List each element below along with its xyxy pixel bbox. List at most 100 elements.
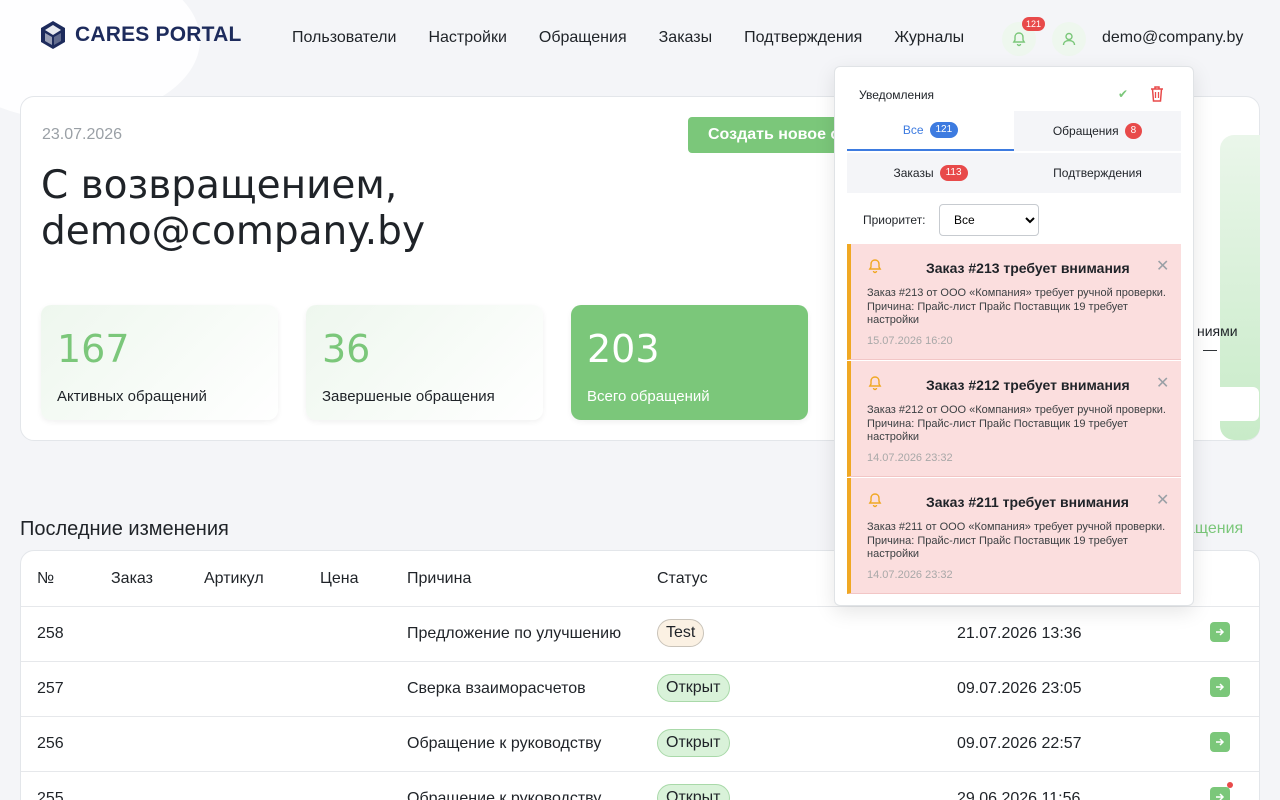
priority-label: Приоритет: (863, 213, 926, 227)
side-promo-input[interactable] (1201, 387, 1259, 421)
status-badge: Открыт (657, 784, 730, 800)
nav-users[interactable]: Пользователи (292, 29, 396, 47)
stat-active-requests[interactable]: 167 Активных обращений (41, 305, 278, 420)
mark-all-read-icon[interactable]: ✔ (1118, 87, 1128, 101)
bell-icon (868, 493, 882, 508)
row-id: 258 (37, 625, 64, 642)
nav-logs[interactable]: Журналы (894, 29, 964, 47)
row-id: 257 (37, 680, 64, 697)
priority-select[interactable]: Все (939, 204, 1039, 236)
row-date: 09.07.2026 22:57 (957, 735, 1082, 752)
column-header: Артикул (204, 570, 264, 587)
brand-name: CARES PORTAL (75, 23, 242, 46)
stat-completed-requests[interactable]: 36 Завершеные обращения (306, 305, 543, 420)
tab-label: Заказы (893, 166, 934, 180)
nav-confirmations[interactable]: Подтверждения (744, 29, 862, 47)
user-email[interactable]: demo@company.by (1102, 29, 1243, 47)
notifications-title: Уведомления (859, 88, 935, 102)
trash-icon[interactable] (1149, 85, 1165, 103)
status-badge: Открыт (657, 729, 730, 757)
arrow-right-icon (1216, 738, 1225, 746)
stat-label: Активных обращений (57, 388, 207, 405)
notifications-dropdown: Уведомления ✔ Все 121 Обращения 8 Заказы… (834, 66, 1194, 606)
greeting: С возвращением, demo@company.by (41, 163, 425, 255)
bell-icon (868, 376, 882, 391)
notification-item[interactable]: Заказ #211 требует внимания ✕ Заказ #211… (847, 478, 1181, 594)
logo[interactable]: CARES PORTAL (39, 20, 242, 50)
side-promo-text: ниями (1197, 323, 1238, 339)
bell-icon (1012, 32, 1026, 47)
table-row[interactable]: 255 Обращение к руководству Открыт 29.06… (21, 771, 1259, 800)
close-icon[interactable]: ✕ (1156, 256, 1169, 276)
stat-label: Завершеные обращения (322, 388, 495, 405)
arrow-right-icon (1216, 628, 1225, 636)
user-menu-button[interactable] (1052, 22, 1086, 56)
tab-count-badge: 113 (939, 165, 968, 181)
notification-title: Заказ #212 требует внимания (926, 377, 1130, 393)
column-header: Статус (657, 570, 708, 587)
notification-body: Заказ #213 от ООО «Компания» требует руч… (867, 287, 1166, 326)
notification-item[interactable]: Заказ #212 требует внимания ✕ Заказ #212… (847, 361, 1181, 477)
main-nav: Пользователи Настройки Обращения Заказы … (292, 29, 996, 47)
notification-time: 14.07.2026 23:32 (867, 569, 953, 581)
stat-label: Всего обращений (587, 388, 710, 405)
table-row[interactable]: 256 Обращение к руководству Открыт 09.07… (21, 716, 1259, 771)
open-row-button[interactable] (1210, 622, 1230, 642)
arrow-right-icon (1216, 683, 1225, 691)
column-header: Заказ (111, 570, 153, 587)
close-icon[interactable]: ✕ (1156, 373, 1169, 393)
stat-value: 36 (322, 327, 371, 371)
tab-count-badge: 121 (929, 122, 959, 138)
row-date: 21.07.2026 13:36 (957, 625, 1082, 642)
status-badge: Test (657, 619, 705, 647)
notification-time: 15.07.2026 16:20 (867, 335, 953, 347)
tab-label: Подтверждения (1053, 166, 1142, 180)
stat-value: 203 (587, 327, 660, 371)
notification-item[interactable]: Заказ #213 требует внимания ✕ Заказ #213… (847, 244, 1181, 360)
greeting-line-1: С возвращением, (41, 163, 398, 208)
row-date: 09.07.2026 23:05 (957, 680, 1082, 697)
table-row[interactable]: 257 Сверка взаиморасчетов Открыт 09.07.2… (21, 661, 1259, 716)
arrow-right-icon (1216, 793, 1225, 800)
greeting-line-2: demo@company.by (41, 209, 426, 254)
stat-total-requests[interactable]: 203 Всего обращений (571, 305, 808, 420)
status-badge: Открыт (657, 674, 730, 702)
logo-icon (41, 21, 65, 49)
row-date: 29.06.2026 11:56 (957, 790, 1081, 800)
row-reason: Обращение к руководству (407, 735, 602, 752)
notification-title: Заказ #213 требует внимания (926, 260, 1130, 276)
column-header: № (37, 570, 55, 587)
tab-count-badge: 8 (1124, 123, 1143, 139)
unread-dot (1227, 782, 1233, 788)
notification-title: Заказ #211 требует внимания (926, 494, 1129, 510)
row-reason: Предложение по улучшению (407, 625, 622, 642)
tab-confirmations[interactable]: Подтверждения (1014, 153, 1181, 193)
stat-value: 167 (57, 327, 130, 371)
open-row-button[interactable] (1210, 677, 1230, 697)
recent-changes-title: Последние изменения (20, 518, 229, 540)
row-reason: Сверка взаиморасчетов (407, 680, 586, 697)
close-icon[interactable]: ✕ (1156, 490, 1169, 510)
nav-requests[interactable]: Обращения (539, 29, 627, 47)
column-header: Причина (407, 570, 472, 587)
tab-requests[interactable]: Обращения 8 (1014, 111, 1181, 151)
bell-icon (868, 259, 882, 274)
current-date: 23.07.2026 (42, 126, 123, 143)
open-row-button[interactable] (1210, 732, 1230, 752)
tab-orders[interactable]: Заказы 113 (847, 153, 1014, 193)
row-id: 255 (37, 790, 64, 800)
column-header: Цена (320, 570, 359, 587)
notification-body: Заказ #211 от ООО «Компания» требует руч… (867, 521, 1166, 560)
tab-label: Все (902, 123, 924, 137)
notification-count-badge: 121 (1022, 17, 1046, 31)
nav-settings[interactable]: Настройки (428, 29, 506, 47)
notification-body: Заказ #212 от ООО «Компания» требует руч… (867, 404, 1166, 443)
row-reason: Обращение к руководству (407, 790, 602, 800)
user-icon (1062, 32, 1076, 46)
open-row-button[interactable] (1210, 787, 1230, 800)
all-requests-link[interactable]: ащения (1186, 520, 1243, 538)
nav-orders[interactable]: Заказы (659, 29, 712, 47)
tab-all[interactable]: Все 121 (847, 111, 1014, 151)
table-row[interactable]: 258 Предложение по улучшению Test 21.07.… (21, 606, 1259, 661)
row-id: 256 (37, 735, 64, 752)
